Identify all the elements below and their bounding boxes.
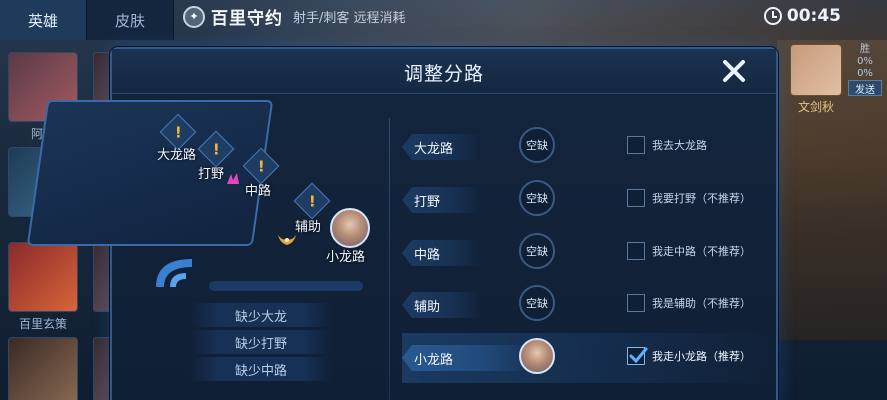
lane-name: 打野 bbox=[402, 187, 482, 213]
lane-name: 小龙路 bbox=[402, 345, 532, 371]
lane-checkbox[interactable] bbox=[627, 136, 645, 154]
lane-checkbox[interactable] bbox=[627, 242, 645, 260]
stat-line: 胜 bbox=[860, 44, 870, 55]
lane-row-mid[interactable]: 中路 空缺 我走中路（不推荐） bbox=[402, 232, 778, 274]
dragon-icon bbox=[278, 235, 296, 245]
warning-icon: ! bbox=[293, 182, 331, 220]
missing-lane-item: 缺少中路 bbox=[190, 357, 332, 381]
lane-checkbox[interactable] bbox=[627, 347, 648, 365]
timer-value: 00:45 bbox=[786, 6, 841, 26]
map-label-jungle: 打野 bbox=[198, 167, 225, 182]
panel-divider bbox=[389, 118, 390, 400]
lane-row-small-dragon[interactable]: 小龙路 我走小龙路（推荐） bbox=[402, 333, 778, 383]
teammate-stats: 胜 0% 0% bbox=[846, 44, 884, 80]
lane-name: 大龙路 bbox=[402, 134, 482, 160]
missing-lanes-list: 缺少大龙 缺少打野 缺少中路 bbox=[190, 303, 332, 384]
map-marker-jungle[interactable]: ! bbox=[197, 130, 235, 168]
lane-slot: 空缺 bbox=[519, 233, 555, 269]
selected-hero-name: 百里守约 bbox=[211, 9, 283, 29]
lane-name: 中路 bbox=[402, 240, 482, 266]
lane-row-support[interactable]: 辅助 空缺 我是辅助（不推荐） bbox=[402, 284, 778, 326]
dialog-header: 调整分路 bbox=[112, 49, 776, 94]
stat-line: 0% bbox=[857, 56, 873, 67]
close-button[interactable] bbox=[720, 57, 748, 85]
teammate-name: 文剑秋 bbox=[797, 100, 834, 114]
lane-slot: 空缺 bbox=[519, 127, 555, 163]
lane-name: 辅助 bbox=[402, 292, 482, 318]
checkmark-icon bbox=[629, 347, 648, 364]
map-label-support: 辅助 bbox=[295, 220, 322, 235]
player-avatar-icon bbox=[330, 208, 370, 248]
warning-icon: ! bbox=[197, 130, 235, 168]
lane-row-dragon[interactable]: 大龙路 空缺 我去大龙路 bbox=[402, 126, 778, 168]
jungle-creature-icon bbox=[227, 173, 239, 184]
lane-checkbox[interactable] bbox=[627, 294, 645, 312]
warning-icon: ! bbox=[242, 147, 280, 185]
hero-emblem-icon: ✦ bbox=[183, 5, 205, 28]
lane-slot: 空缺 bbox=[519, 180, 555, 216]
hero-portrait bbox=[8, 242, 78, 312]
map-label-dragon-lane: 大龙路 bbox=[157, 148, 197, 163]
hero-name: 百里玄策 bbox=[18, 317, 67, 331]
lane-choice-label: 我要打野（不推荐） bbox=[652, 192, 751, 205]
lane-choice-label: 我去大龙路 bbox=[652, 139, 707, 152]
map-marker-mid[interactable]: ! bbox=[242, 147, 280, 185]
hero-skin-tabs: 英雄 皮肤 bbox=[0, 0, 174, 40]
countdown-timer: 00:45 bbox=[763, 6, 841, 26]
map-lane-bar bbox=[209, 281, 363, 291]
tab-skins[interactable]: 皮肤 bbox=[87, 0, 174, 40]
hero-portrait bbox=[8, 337, 78, 400]
selected-hero-role: 射手/刺客 远程消耗 bbox=[293, 11, 406, 26]
lane-choice-label: 我走中路（不推荐） bbox=[652, 245, 751, 258]
lane-choice-label: 我走小龙路（推荐） bbox=[652, 350, 751, 363]
send-button[interactable]: 发送 bbox=[848, 80, 882, 96]
lane-slot-player-avatar bbox=[519, 338, 555, 374]
dialog-title: 调整分路 bbox=[403, 63, 484, 85]
hero-card[interactable] bbox=[8, 337, 78, 400]
lane-slot: 空缺 bbox=[519, 285, 555, 321]
map-label-mid: 中路 bbox=[245, 184, 272, 199]
lane-checkbox[interactable] bbox=[627, 189, 645, 207]
teammate-slot[interactable]: 文剑秋 bbox=[790, 44, 842, 115]
hero-card[interactable]: 百里玄策 bbox=[8, 242, 78, 332]
map-label-player-lane: 小龙路 bbox=[326, 250, 366, 265]
stat-line: 0% bbox=[857, 68, 873, 79]
clock-icon bbox=[763, 7, 782, 25]
lane-row-jungle[interactable]: 打野 空缺 我要打野（不推荐） bbox=[402, 179, 778, 221]
map-marker-dragon-lane[interactable]: ! bbox=[159, 113, 197, 151]
teammate-portrait bbox=[790, 44, 842, 96]
missing-lane-item: 缺少大龙 bbox=[190, 303, 332, 327]
base-icon bbox=[156, 259, 192, 287]
missing-lane-item: 缺少打野 bbox=[190, 330, 332, 354]
selected-hero-header: ✦ 百里守约 射手/刺客 远程消耗 bbox=[183, 4, 406, 29]
close-icon bbox=[723, 60, 745, 82]
lane-choice-label: 我是辅助（不推荐） bbox=[652, 297, 751, 310]
map-marker-support[interactable]: ! bbox=[293, 182, 331, 220]
tab-heroes[interactable]: 英雄 bbox=[0, 0, 87, 40]
